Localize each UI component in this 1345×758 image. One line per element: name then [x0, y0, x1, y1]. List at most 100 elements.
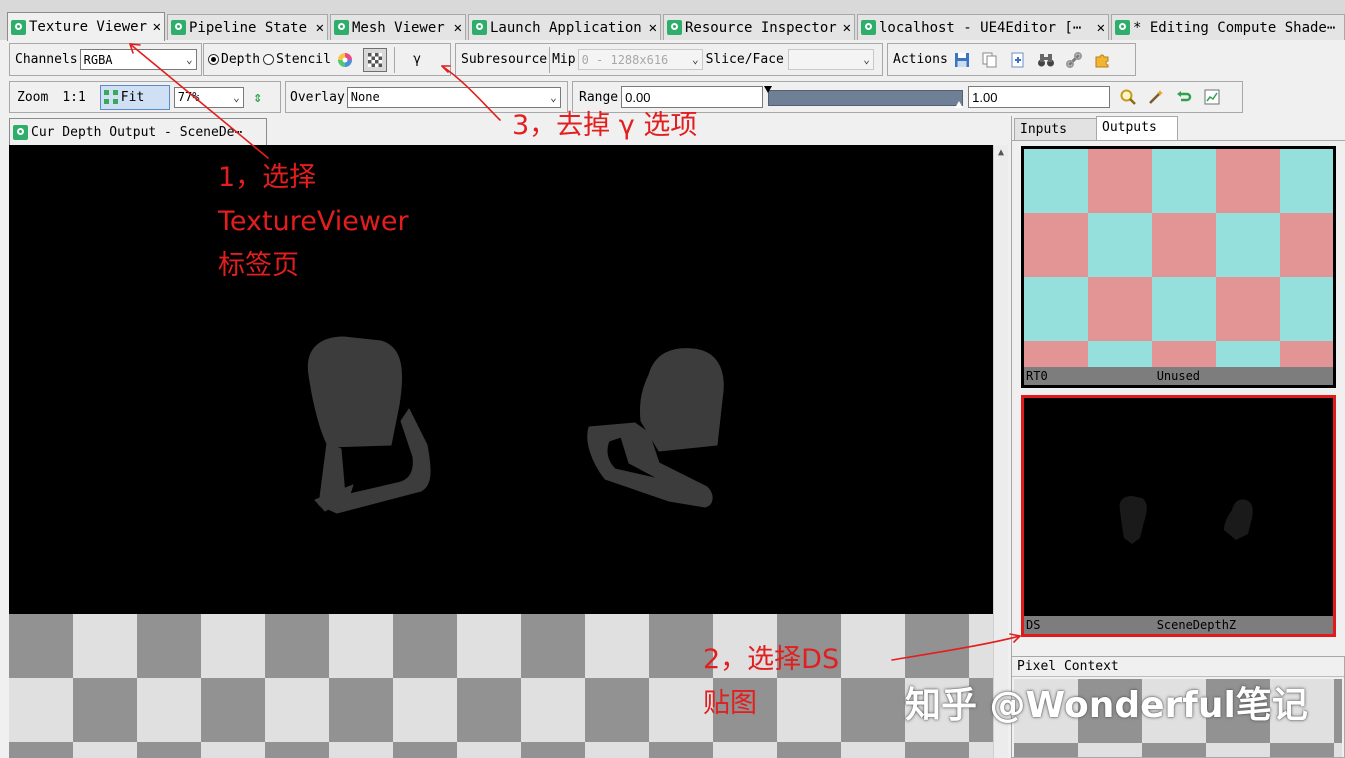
color-wheel-icon[interactable] — [335, 50, 355, 70]
chair-right-shape — [587, 348, 724, 508]
chevron-down-icon: ⌄ — [863, 53, 870, 66]
channels-label: Channels — [15, 52, 78, 67]
tab-editing-compute-shader[interactable]: * Editing Compute Shade⋯ — [1111, 14, 1345, 40]
pixel-context-title: Pixel Context — [1012, 657, 1344, 677]
stencil-label: Stencil — [276, 52, 331, 67]
channels-value: RGBA — [83, 52, 113, 67]
puzzle-icon[interactable] — [1092, 50, 1112, 70]
link-icon[interactable] — [1064, 50, 1084, 70]
copy-icon[interactable] — [980, 50, 1000, 70]
thumbnail-ds[interactable]: DS SceneDepthZ — [1021, 395, 1336, 637]
shader-editor-icon — [1115, 20, 1130, 35]
zoom-label: Zoom — [17, 89, 49, 105]
tab-outputs[interactable]: Outputs — [1096, 116, 1178, 141]
close-icon[interactable]: ✕ — [649, 20, 657, 36]
annotation-1-line3: 标签页 — [218, 250, 299, 281]
checkerboard-background — [9, 614, 993, 758]
view-vertical-scrollbar[interactable]: ▲ — [993, 145, 1008, 758]
range-histogram-bar — [768, 90, 964, 106]
chevron-down-icon: ⌄ — [233, 90, 240, 104]
tab-label: localhost - UE4Editor [⋯ — [879, 19, 1082, 36]
annotation-2-line1: 2，选择DS — [703, 644, 840, 675]
tab-label: * Editing Compute Shade⋯ — [1133, 19, 1336, 36]
annotation-1: 1，选择 TextureViewer 标签页 — [218, 156, 409, 288]
close-icon[interactable]: ✕ — [1097, 20, 1105, 36]
mip-label: Mip — [552, 52, 576, 67]
tab-localhost-ue4editor[interactable]: localhost - UE4Editor [⋯ ✕ — [857, 14, 1109, 40]
thumbnail-slot: DS — [1026, 618, 1041, 632]
tab-launch-application[interactable]: Launch Application ✕ — [468, 14, 661, 40]
range-max-input[interactable] — [968, 86, 1111, 108]
chair-left-shape — [307, 336, 431, 514]
depth-stencil-group: Depth Stencil γ — [203, 43, 451, 76]
stencil-radio[interactable] — [263, 54, 275, 65]
zoom-range-icon[interactable] — [1118, 87, 1138, 107]
thumbnail-caption: RT0 Unused — [1024, 367, 1333, 385]
tab-texture-viewer[interactable]: Texture Viewer ✕ — [7, 12, 165, 41]
tab-inputs[interactable]: Inputs — [1014, 118, 1098, 141]
document-tab-strip: Texture Viewer ✕ Pipeline State ✕ Mesh V… — [0, 0, 1345, 41]
launch-application-icon — [472, 20, 487, 35]
range-histogram-slider[interactable] — [764, 86, 964, 108]
tab-pipeline-state[interactable]: Pipeline State ✕ — [167, 14, 328, 40]
inputs-outputs-panel: Inputs Outputs RT0 Unused DS SceneDepthZ — [1011, 116, 1345, 656]
depth-radio[interactable] — [208, 54, 219, 65]
zoom-1to1-button[interactable]: 1:1 — [62, 90, 85, 105]
scroll-up-icon[interactable]: ▲ — [994, 147, 1008, 158]
zoom-select[interactable]: 77% ⌄ — [173, 86, 244, 108]
checkerboard-icon[interactable] — [362, 47, 387, 72]
tab-resource-inspector[interactable]: Resource Inspector ✕ — [663, 14, 855, 40]
fit-icon — [103, 89, 119, 105]
zhihu-watermark: 知乎 @Wonderful笔记 — [905, 685, 1308, 726]
annotation-2-line2: 贴图 — [703, 688, 757, 719]
open-in-viewer-icon[interactable] — [1008, 50, 1028, 70]
overlay-value: None — [350, 90, 380, 104]
close-icon[interactable]: ✕ — [454, 20, 462, 36]
slice-face-label: Slice/Face — [705, 52, 784, 67]
tab-label: Mesh Viewer — [352, 19, 445, 36]
save-icon[interactable] — [952, 50, 972, 70]
histogram-icon[interactable] — [1202, 87, 1222, 107]
range-label: Range — [579, 89, 619, 105]
reset-range-icon[interactable] — [1174, 87, 1194, 107]
tab-label: Launch Application — [490, 19, 642, 36]
thumbnail-rt0[interactable]: RT0 Unused — [1021, 146, 1336, 388]
thumbnail-slot: RT0 — [1026, 369, 1048, 383]
close-icon[interactable]: ✕ — [843, 20, 851, 36]
annotation-1-line1: 1，选择 — [218, 162, 317, 193]
separator — [549, 46, 551, 73]
mip-select[interactable]: 0 - 1288x616 ⌄ — [577, 49, 703, 70]
tab-mesh-viewer[interactable]: Mesh Viewer ✕ — [330, 14, 466, 40]
channels-select[interactable]: RGBA ⌄ — [79, 49, 197, 70]
resource-inspector-icon — [667, 20, 682, 35]
tab-label: Resource Inspector — [685, 19, 837, 36]
close-icon[interactable]: ✕ — [316, 20, 324, 36]
annotation-1-line2: TextureViewer — [218, 206, 409, 237]
mesh-viewer-icon — [334, 20, 349, 35]
capture-icon — [861, 20, 876, 35]
subresource-group: Subresource Mip 0 - 1288x616 ⌄ Slice/Fac… — [455, 43, 883, 76]
binoculars-icon[interactable] — [1036, 50, 1056, 70]
actions-group: Actions — [887, 43, 1136, 76]
texture-icon — [13, 124, 28, 140]
thumbnail-name: SceneDepthZ — [1156, 618, 1237, 632]
flip-vertical-icon[interactable]: ⇕ — [248, 87, 268, 107]
slice-face-select[interactable]: ⌄ — [787, 49, 874, 70]
fit-button[interactable]: Fit — [99, 84, 170, 110]
chevron-down-icon: ⌄ — [186, 53, 193, 66]
auto-fit-wand-icon[interactable] — [1146, 87, 1166, 107]
range-max-handle[interactable] — [955, 101, 964, 108]
close-icon[interactable]: ✕ — [153, 19, 161, 35]
fit-label: Fit — [120, 89, 145, 105]
gamma-toggle[interactable]: γ — [402, 50, 432, 70]
texture-canvas[interactable] — [9, 145, 993, 758]
zoom-group: Zoom 1:1 Fit 77% ⌄ ⇕ — [9, 81, 281, 113]
thumbnail-caption: DS SceneDepthZ — [1024, 616, 1333, 634]
texture-view-tab[interactable]: Cur Depth Output - SceneDe⋯ — [9, 118, 267, 145]
zoom-value: 77% — [177, 90, 200, 104]
thumbnails-scrollbar[interactable] — [1338, 146, 1344, 646]
mip-value: 0 - 1288x616 — [581, 52, 669, 67]
tab-label: Texture Viewer — [29, 19, 148, 35]
range-min-handle[interactable] — [764, 86, 773, 93]
thumbnail-name: Unused — [1156, 369, 1201, 383]
